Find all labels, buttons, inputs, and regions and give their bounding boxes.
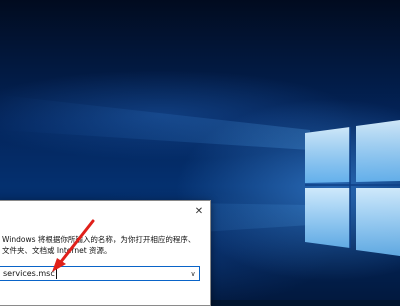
run-dialog-description: Windows 将根据你所输入的名称，为你打开相应的程序、 文件夹、文档或 In… <box>2 234 202 256</box>
text-caret <box>55 268 57 279</box>
logo-pane-top-left <box>305 127 350 183</box>
description-line-2: 文件夹、文档或 Internet 资源。 <box>2 246 112 255</box>
run-dialog: ✕ Windows 将根据你所输入的名称，为你打开相应的程序、 文件夹、文档或 … <box>0 200 211 306</box>
logo-pane-top-right <box>356 120 400 182</box>
logo-pane-bottom-left <box>305 188 350 248</box>
open-input-value: services.msc <box>3 269 55 278</box>
open-input[interactable]: services.msc ∨ <box>0 266 200 281</box>
dropdown-chevron-icon[interactable]: ∨ <box>188 267 198 280</box>
logo-pane-bottom-right <box>356 188 400 256</box>
description-line-1: Windows 将根据你所输入的名称，为你打开相应的程序、 <box>2 235 196 244</box>
close-icon[interactable]: ✕ <box>192 204 206 218</box>
